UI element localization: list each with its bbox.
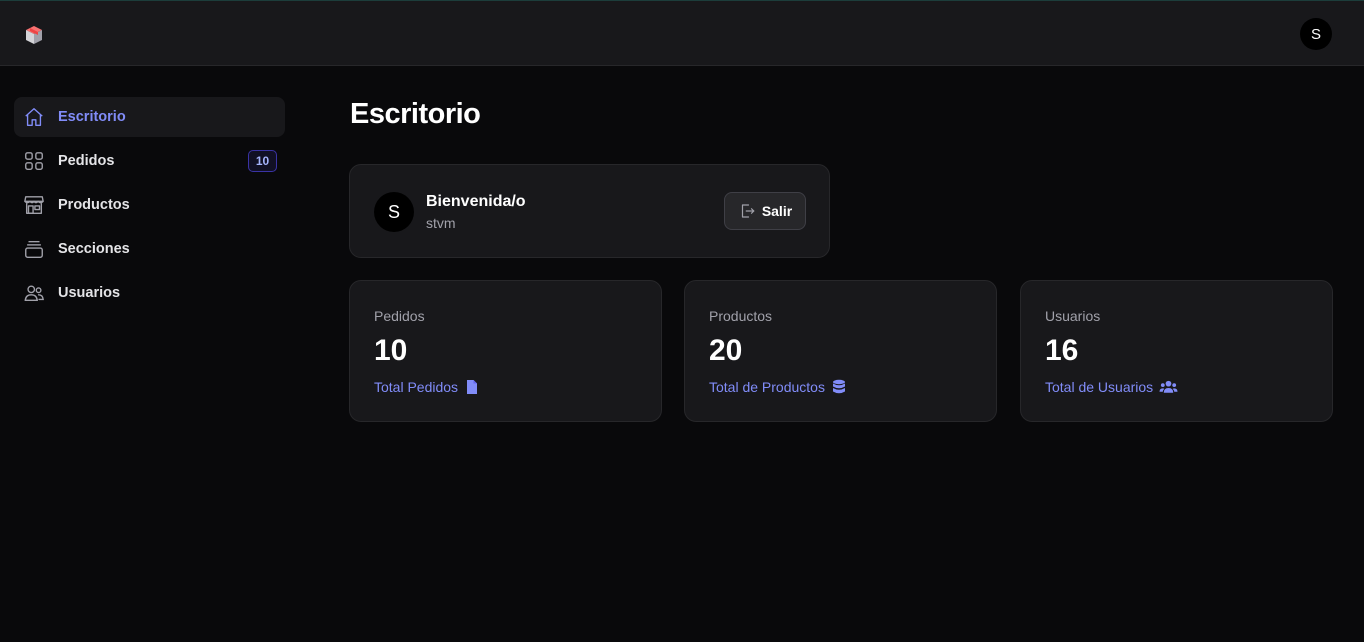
stat-link-label: Total Pedidos xyxy=(374,379,459,395)
stat-card-usuarios: Usuarios 16 Total de Usuarios xyxy=(1020,280,1333,422)
stat-label: Usuarios xyxy=(1045,308,1101,324)
stat-link-label: Total de Productos xyxy=(709,379,825,395)
top-bar: S xyxy=(0,0,1364,66)
stat-label: Productos xyxy=(709,308,773,324)
sidebar-item-secciones[interactable]: Secciones xyxy=(14,229,285,269)
stat-link-label: Total de Usuarios xyxy=(1045,379,1154,395)
database-icon xyxy=(832,379,845,394)
box-logo-icon[interactable] xyxy=(24,25,44,45)
stat-link-usuarios[interactable]: Total de Usuarios xyxy=(1045,379,1178,395)
grid-icon xyxy=(23,150,45,172)
welcome-username: stvm xyxy=(426,215,456,231)
document-icon xyxy=(467,380,478,394)
sidebar-item-usuarios[interactable]: Usuarios xyxy=(14,273,285,313)
stat-card-pedidos: Pedidos 10 Total Pedidos xyxy=(349,280,662,422)
stat-value: 20 xyxy=(709,334,743,367)
sidebar-item-productos[interactable]: Productos xyxy=(14,185,285,225)
orders-count-badge: 10 xyxy=(248,150,277,172)
stat-value: 10 xyxy=(374,334,408,367)
stack-icon xyxy=(23,238,45,260)
sidebar-item-label: Usuarios xyxy=(58,285,121,301)
stat-link-productos[interactable]: Total de Productos xyxy=(709,379,847,395)
users-icon xyxy=(23,282,45,304)
store-icon xyxy=(23,194,45,216)
sidebar-item-label: Pedidos xyxy=(58,153,115,169)
logout-button[interactable]: Salir xyxy=(724,192,806,230)
sidebar: Escritorio Pedidos 10 Productos Seccione… xyxy=(14,97,285,317)
logout-label: Salir xyxy=(761,203,793,219)
stat-card-productos: Productos 20 Total de Productos xyxy=(684,280,997,422)
home-icon xyxy=(23,106,45,128)
sidebar-item-pedidos[interactable]: Pedidos 10 xyxy=(14,141,285,181)
user-group-icon xyxy=(1159,380,1178,393)
stat-label: Pedidos xyxy=(374,308,425,324)
stat-value: 16 xyxy=(1045,334,1079,367)
avatar: S xyxy=(374,192,414,232)
stat-link-pedidos[interactable]: Total Pedidos xyxy=(374,379,480,395)
sidebar-item-label: Escritorio xyxy=(58,109,126,125)
sidebar-item-label: Secciones xyxy=(58,241,130,257)
welcome-card: S Bienvenida/o stvm Salir xyxy=(349,164,830,258)
sidebar-item-label: Productos xyxy=(58,197,130,213)
page-title: Escritorio xyxy=(350,98,481,130)
user-avatar-button[interactable]: S xyxy=(1300,18,1332,50)
welcome-greeting: Bienvenida/o xyxy=(426,193,526,210)
sidebar-item-escritorio[interactable]: Escritorio xyxy=(14,97,285,137)
logout-icon xyxy=(741,204,755,218)
